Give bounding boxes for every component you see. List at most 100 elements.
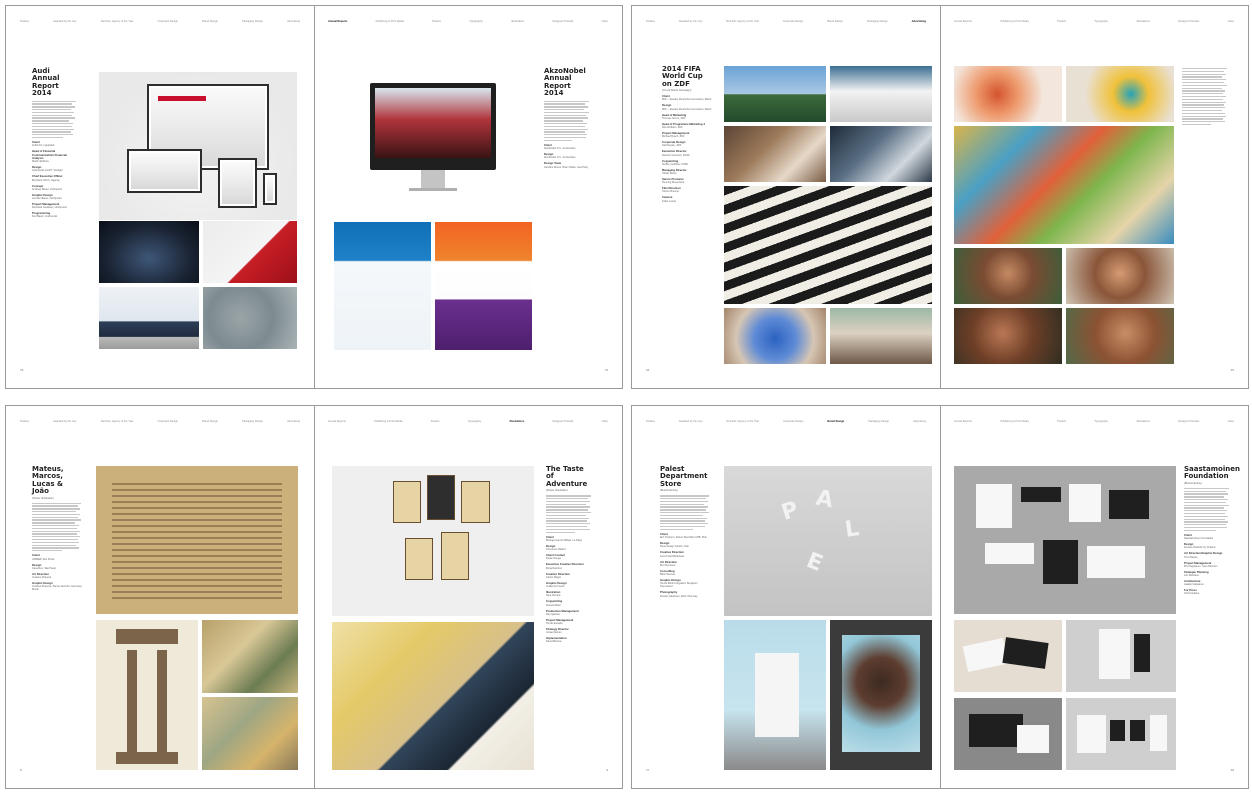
- credit-entry: Design AkzoNobel N.V., Amsterdam: [544, 153, 590, 160]
- portrait-photo: [1066, 308, 1174, 364]
- page-number: 9: [606, 768, 608, 772]
- portrait-photo: [1066, 248, 1174, 304]
- credit-entry: Concept Andreas Bauer, strichpunkt: [32, 184, 76, 191]
- orange-website-photo: [435, 222, 532, 350]
- nav-item: Publishing & Print Media: [374, 420, 403, 423]
- nav-bar-right: Annual Reports Publishing & Print Media …: [328, 20, 608, 23]
- credit-entry: Creative Direction Carlos Magro: [546, 572, 592, 579]
- credit-entry: Art Direction Gustavo Piqueira: [32, 572, 82, 579]
- credit-entry: Design Neue Design Studio, Oslo: [660, 542, 710, 549]
- credit-entry: Project Management Michael Busch, ZDF: [662, 131, 712, 138]
- credit-value: Andreas Bauer, strichpunkt: [32, 187, 63, 191]
- credit-value: Bernhard Ulrich, Jägersp.: [32, 178, 61, 182]
- credit-value: Chemical, Madrid: [546, 548, 566, 552]
- phone: [263, 172, 278, 206]
- credit-value: Timo Rautio: [1184, 555, 1198, 559]
- body-text: [1182, 68, 1228, 126]
- nav-item: Typography: [467, 420, 482, 423]
- body-text: [546, 495, 592, 533]
- body-text: [32, 100, 76, 139]
- page-number: 27: [646, 768, 650, 772]
- nav-item: Designer Portraits: [552, 420, 574, 423]
- credit-value: Reinhard Greiderer, strichpunkt: [32, 206, 67, 210]
- beach-photo: [830, 308, 932, 364]
- credit-entry: Art Direction/Graphic Design Timo Rautio: [1184, 552, 1230, 559]
- credit-value: David Barrera: [546, 640, 562, 644]
- credit-value: strichpunkt GmbH, Stuttgart: [32, 169, 63, 173]
- nav-item: Brand Design: [202, 420, 218, 423]
- nav-item: Annual Reports: [328, 420, 346, 423]
- nav-item: Designer Portraits: [1178, 420, 1200, 423]
- credits: Client Bodega Garzón Bilbao, La Rioja Desi…: [546, 535, 592, 644]
- vintage-posters-photo: [332, 622, 534, 770]
- nav-bar-right: Annual Reports Publishing & Print Media …: [954, 20, 1234, 23]
- portrait-photo: [954, 308, 1062, 364]
- nav-item: Awarded by the Jury: [53, 420, 77, 423]
- nav-item: Designer Portraits: [1178, 20, 1200, 23]
- credit-value: Saastamoinen Foundation: [1184, 537, 1214, 541]
- credits: Client UNIMEP, Dez Poulo Design Casa Rex, S…: [32, 554, 82, 592]
- credit-entry: Project Management Pilvi Seppänen, Suvi A…: [1184, 561, 1230, 568]
- nav-item: Posters: [1057, 420, 1067, 423]
- credit-value: Dan Iglesias: [546, 612, 560, 616]
- nav-item: Awarded by the Jury: [53, 20, 77, 23]
- nav-item: Typography: [469, 20, 483, 23]
- credit-value: Pilvi Seppänen, Suvi Ahlström: [1184, 564, 1218, 568]
- shopping-bag-photo: [724, 620, 826, 770]
- credit-entry: Client AUDI AG, Ingolstadt: [32, 141, 76, 148]
- credit-entry: Strategic Planning Juri Ranttaus: [1184, 570, 1230, 577]
- credit-entry: Design Casa Rex, São Paulo: [32, 563, 82, 570]
- credit-entry: Art Direction Bror Rimeseu: [660, 560, 710, 567]
- credit-entry: Client AkzoNobel N.V., Amsterdam: [544, 143, 590, 151]
- credit-entry: Graphic Design Jennifer Bauer, strichpunk…: [32, 193, 76, 200]
- nav-item: Publishing & Print Media: [375, 20, 404, 23]
- credit-value: Lars Kristof Bellefseer: [660, 554, 685, 558]
- billboard-photo: [830, 620, 932, 770]
- credit-value: Tobias Weiss: [662, 172, 677, 176]
- credit-entry: Design ZDF – Zweites Deutsches Fernsehen,…: [662, 104, 712, 111]
- credit-entry: Client UNIMEP, Dez Poulo: [32, 554, 82, 561]
- credit-value: Steffen Goldhau, KNSK: [662, 162, 689, 166]
- project-text: 2014 FIFA World Cup on ZDF (On-Air Brand…: [662, 65, 712, 203]
- nav-item: Brand Design: [827, 20, 843, 23]
- spread-annual-reports: Preface Awarded by the Jury Red Dot: Age…: [5, 5, 623, 389]
- nav-item: Publishing & Print Media: [1000, 20, 1029, 23]
- nav-item: Designer Portraits: [552, 20, 574, 23]
- credit-value: ZDF – Zweites Deutsches Fernsehen, Mainz: [662, 98, 712, 102]
- credit-entry: Design Team Caroline Moore, Bram Hidde, L…: [544, 162, 590, 169]
- project-subtitle: (Brand Identity): [660, 489, 678, 493]
- nav-item: Preface: [20, 420, 29, 423]
- project-text: Saastamoinen Foundation (Brand Identity)…: [1184, 465, 1240, 595]
- nav-bar-left: Preface Awarded by the Jury Red Dot: Age…: [20, 420, 300, 423]
- credit-entry: Creative Direction Lars Kristof Bellefsee…: [660, 551, 710, 558]
- credit-value: Bård Huesvel: [660, 573, 676, 577]
- credit-entry: Camera Fabio Loreto: [662, 196, 712, 203]
- project-title: Saastamoinen Foundation: [1184, 465, 1240, 481]
- credit-entry: Illustration Sara Herrera: [546, 590, 592, 597]
- credit-value: AkzoNobel N.V., Amsterdam: [544, 147, 576, 151]
- spread-brand-design: Preface Awarded by the Jury Red Dot: Age…: [631, 405, 1249, 789]
- nav-item: Index: [1227, 20, 1234, 23]
- credit-entry: Corporate Design Olaf Repsin, ZDF: [662, 141, 712, 148]
- page-number: 28: [1230, 768, 1234, 772]
- credit-entry: Design Chemical, Madrid: [546, 544, 592, 552]
- nav-item: Advertising: [913, 420, 926, 423]
- nav-item: Illustrations: [511, 20, 525, 23]
- splash-photo: [1066, 66, 1174, 122]
- map-photo: [203, 287, 297, 349]
- page-mateus: Preface Awarded by the Jury Red Dot: Age…: [6, 406, 314, 788]
- nav-item: Typography: [1094, 20, 1109, 23]
- page-palest: Preface Awarded by the Jury Red Dot: Age…: [632, 406, 940, 788]
- credit-entry: Consulting Bård Huesvel: [660, 569, 710, 577]
- credit-entry: Client Bodega Garzón Bilbao, La Rioja: [546, 535, 592, 542]
- credit-value: Henrik Bank Krogsland, Benjamin Svenssan…: [660, 582, 698, 589]
- project-title: Palest Department Store: [660, 465, 708, 488]
- nav-item: Index: [601, 420, 608, 423]
- letter-poster-photo: [96, 620, 198, 770]
- credit-value: UNIMEP, Dez Poulo: [32, 557, 55, 561]
- nav-item: Posters: [1057, 20, 1067, 23]
- project-subtitle: (Brand Identity): [1184, 481, 1202, 485]
- stationery-dark-photo: [954, 698, 1062, 770]
- store-letters-photo: P A L E: [724, 466, 932, 616]
- car-interior-photo: [99, 221, 199, 283]
